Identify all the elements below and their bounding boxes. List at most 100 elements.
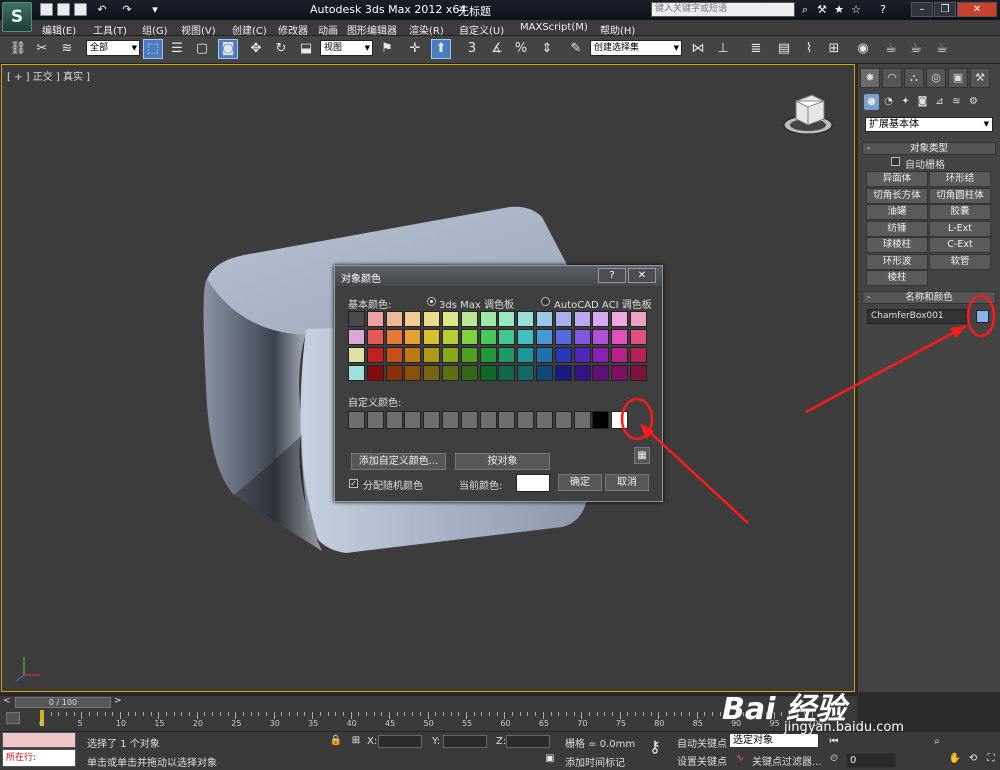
color-swatch[interactable] — [404, 329, 422, 345]
pan-icon[interactable]: ✋ — [948, 752, 962, 766]
current-color-swatch[interactable] — [516, 474, 550, 492]
color-swatch[interactable] — [573, 347, 591, 363]
select-manipulate-icon[interactable]: ✛ — [405, 39, 425, 59]
communication-icon[interactable]: ★ — [832, 3, 846, 17]
snaps-toggle-icon[interactable]: 3 — [462, 39, 482, 59]
rotate-icon[interactable]: ↻ — [271, 39, 291, 59]
time-tag-icon[interactable]: ▣ — [543, 752, 557, 766]
color-swatch[interactable] — [441, 329, 459, 345]
go-to-start-icon[interactable]: ⏮ — [827, 735, 841, 749]
display-tab-icon[interactable]: ▣ — [948, 68, 968, 88]
color-swatch[interactable] — [423, 311, 441, 327]
color-swatch[interactable] — [479, 329, 497, 345]
color-swatch[interactable] — [629, 365, 647, 381]
cancel-button[interactable]: 取消 — [605, 474, 649, 491]
color-swatch[interactable] — [366, 347, 384, 363]
key-icon[interactable]: ⚷ — [648, 739, 662, 755]
color-swatch[interactable] — [385, 329, 403, 345]
redo-icon[interactable]: ↷ — [120, 3, 134, 17]
open-file-icon[interactable] — [57, 3, 70, 16]
color-swatch[interactable] — [554, 329, 572, 345]
dialog-title-bar[interactable]: 对象颜色 ? ✕ — [335, 266, 662, 286]
color-swatch[interactable] — [611, 365, 629, 381]
trackbar-icon[interactable] — [6, 712, 20, 724]
selection-filter-select[interactable]: 全部 — [86, 40, 140, 56]
color-swatch[interactable] — [573, 329, 591, 345]
color-swatch[interactable] — [517, 329, 535, 345]
shapes-icon[interactable]: ◔ — [881, 94, 896, 110]
by-object-button[interactable]: 按对象 — [455, 453, 550, 470]
color-swatch[interactable] — [535, 311, 553, 327]
modify-tab-icon[interactable]: ◠ — [882, 68, 902, 88]
color-swatch[interactable] — [423, 347, 441, 363]
save-file-icon[interactable] — [74, 3, 87, 16]
color-swatch[interactable] — [479, 347, 497, 363]
select-by-name-icon[interactable]: ☰ — [167, 39, 187, 59]
color-swatch[interactable] — [404, 311, 422, 327]
custom-color-swatch[interactable] — [611, 411, 629, 429]
color-swatch[interactable] — [592, 311, 610, 327]
render-production-icon[interactable]: ☕ — [932, 39, 952, 59]
menu-modifiers[interactable]: 修改器 — [278, 22, 308, 37]
color-swatch[interactable] — [441, 365, 459, 381]
color-swatch[interactable] — [535, 347, 553, 363]
angle-snap-icon[interactable]: ∡ — [487, 39, 507, 59]
slider-next-icon[interactable]: > — [114, 696, 122, 706]
keyboard-shortcut-icon[interactable]: ⬆ — [431, 39, 451, 59]
object-name-input[interactable]: ChamferBox001 — [867, 309, 967, 324]
align-icon[interactable]: ⊥ — [713, 39, 733, 59]
color-swatch[interactable] — [629, 347, 647, 363]
menu-rendering[interactable]: 渲染(R) — [409, 22, 444, 37]
layer-manager-icon[interactable]: ≣ — [746, 39, 766, 59]
custom-color-swatch[interactable] — [554, 411, 572, 429]
color-swatch[interactable] — [498, 365, 516, 381]
custom-color-swatch[interactable] — [441, 411, 459, 429]
menu-help[interactable]: 帮助(H) — [600, 22, 635, 37]
color-swatch[interactable] — [517, 365, 535, 381]
color-swatch[interactable] — [554, 365, 572, 381]
add-custom-color-button[interactable]: 添加自定义颜色... — [351, 453, 446, 470]
minimize-icon[interactable]: – — [911, 2, 933, 17]
hierarchy-tab-icon[interactable]: ⛬ — [904, 68, 924, 88]
object-type-button[interactable]: 球棱柱 — [866, 237, 928, 253]
color-swatch[interactable] — [592, 329, 610, 345]
named-selection-select[interactable]: 创建选择集 — [590, 40, 682, 56]
time-slider-thumb[interactable]: 0 / 100 — [15, 697, 111, 708]
menu-graph-editors[interactable]: 图形编辑器 — [347, 22, 397, 37]
custom-color-swatch[interactable] — [573, 411, 591, 429]
color-swatch[interactable] — [535, 329, 553, 345]
color-swatch[interactable] — [554, 347, 572, 363]
menu-create[interactable]: 创建(C) — [232, 22, 267, 37]
color-swatch[interactable] — [535, 365, 553, 381]
random-color-checkbox[interactable]: ✓ — [349, 479, 358, 488]
select-object-icon[interactable]: ⬚ — [143, 39, 163, 59]
time-config-icon[interactable]: ⏲ — [827, 752, 841, 766]
menu-customize[interactable]: 自定义(U) — [459, 22, 504, 37]
custom-color-swatch[interactable] — [385, 411, 403, 429]
color-swatch[interactable] — [348, 329, 365, 345]
restore-icon[interactable]: ❐ — [934, 2, 956, 17]
custom-color-swatch[interactable] — [404, 411, 422, 429]
x-coordinate-input[interactable] — [378, 735, 422, 748]
color-swatch[interactable] — [554, 311, 572, 327]
close-icon[interactable]: ✕ — [957, 2, 997, 17]
object-type-button[interactable]: 环形波 — [866, 253, 928, 270]
auto-key-button[interactable]: 自动关键点 — [677, 735, 727, 750]
custom-color-swatch[interactable] — [348, 411, 365, 429]
color-swatch[interactable] — [423, 365, 441, 381]
color-swatch[interactable] — [348, 347, 365, 363]
ref-coord-select[interactable]: 视图 — [320, 40, 373, 56]
color-swatch[interactable] — [404, 347, 422, 363]
color-swatch[interactable] — [498, 329, 516, 345]
color-swatch[interactable] — [404, 365, 422, 381]
curve-editor-icon[interactable]: ⌇ — [799, 39, 819, 59]
geometry-icon[interactable]: ● — [864, 94, 879, 110]
color-swatch[interactable] — [366, 329, 384, 345]
add-time-tag[interactable]: 添加时间标记 — [565, 754, 625, 769]
help-icon[interactable]: ? — [876, 3, 890, 17]
key-filters-icon[interactable]: ∿ — [733, 752, 747, 766]
custom-color-swatch[interactable] — [366, 411, 384, 429]
graphite-tools-icon[interactable]: ▤ — [774, 39, 794, 59]
color-swatch[interactable] — [498, 311, 516, 327]
pivot-center-icon[interactable]: ⚑ — [377, 39, 397, 59]
